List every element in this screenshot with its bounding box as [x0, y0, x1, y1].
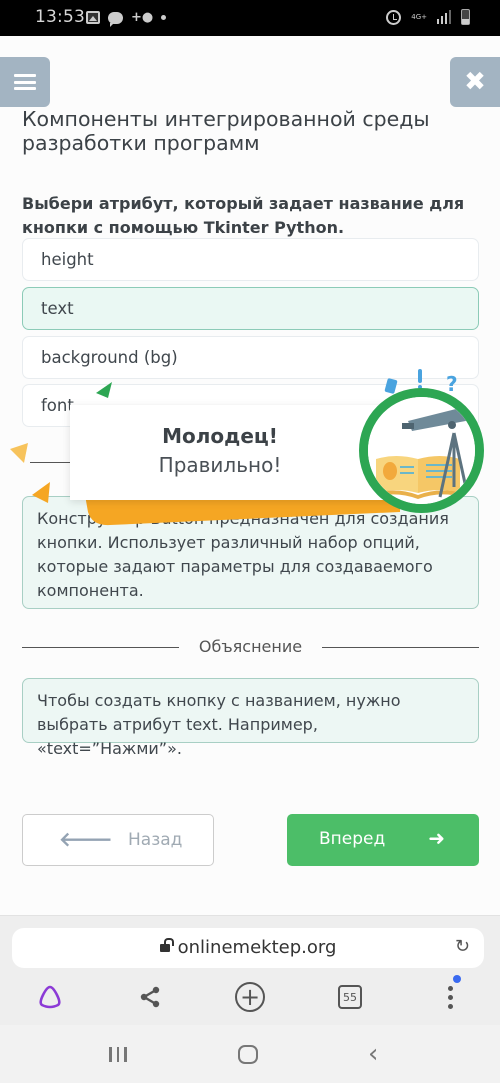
feedback-card: Молодец! Правильно!: [70, 405, 400, 500]
tabs-count: 55: [338, 985, 362, 1009]
status-bar: 13:53 +● 4G+: [0, 0, 500, 36]
explanation-text: Чтобы создать кнопку с названием, нужно …: [37, 691, 401, 758]
system-back-button[interactable]: ‹: [368, 1039, 378, 1069]
explanation-divider: Объяснение: [22, 637, 479, 657]
tabs-button[interactable]: 55: [333, 980, 367, 1014]
feedback-subtitle: Правильно!: [158, 453, 282, 477]
browser-toolbar: onlinemektep.org ↻ + 55: [0, 915, 500, 1025]
new-tab-button[interactable]: +: [233, 980, 267, 1014]
more-menu-button[interactable]: [433, 980, 467, 1014]
orange-triangle-icon: [32, 482, 50, 503]
arrow-left-icon: 🡐: [59, 827, 113, 851]
battery-icon: [461, 9, 470, 25]
close-button[interactable]: ✖: [450, 57, 500, 107]
next-button-label: Вперед: [319, 829, 386, 849]
back-button[interactable]: 🡐 Назад: [22, 814, 214, 866]
question-text: Выбери атрибут, который задает название …: [22, 194, 465, 237]
url-text: onlinemektep.org: [177, 937, 337, 958]
alarm-icon: [386, 9, 402, 25]
recent-apps-button[interactable]: [109, 1047, 127, 1062]
back-button-label: Назад: [128, 830, 183, 850]
svg-text:?: ?: [446, 372, 458, 396]
lock-icon: [159, 938, 174, 952]
gallery-icon: [86, 11, 100, 24]
feedback-title: Молодец!: [162, 424, 278, 448]
signal-icon: [437, 10, 451, 24]
address-bar[interactable]: onlinemektep.org ↻: [12, 928, 484, 968]
hamburger-icon: [14, 74, 36, 90]
explanation-heading: Объяснение: [186, 637, 315, 656]
reload-icon[interactable]: ↻: [455, 936, 470, 957]
green-triangle-icon: [96, 382, 112, 398]
status-time: 13:53: [35, 7, 85, 27]
more-vert-icon: [447, 985, 453, 1009]
network-type-icon: 4G+: [411, 12, 427, 21]
message-icon: [108, 11, 123, 27]
menu-button[interactable]: [0, 57, 50, 107]
share-icon[interactable]: [133, 980, 167, 1014]
add-contact-icon: +●: [131, 10, 154, 25]
plus-icon: +: [235, 982, 265, 1012]
alice-assistant-icon[interactable]: [33, 980, 67, 1014]
yellow-triangle-icon: [10, 443, 28, 463]
explanation-box: Чтобы создать кнопку с названием, нужно …: [22, 678, 479, 758]
answer-option-text[interactable]: text: [22, 287, 479, 330]
next-button[interactable]: Вперед ➜: [287, 814, 479, 866]
arrow-right-icon: ➜: [428, 826, 445, 850]
system-nav-bar: ‹: [0, 1025, 500, 1083]
telescope-book-icon: [359, 388, 484, 513]
page-title: Компоненты интегрированной среды разрабо…: [22, 107, 430, 155]
notification-dot-icon: [161, 15, 167, 20]
home-button[interactable]: [238, 1045, 258, 1064]
feedback-popup: Молодец! Правильно! ?: [0, 360, 500, 530]
notification-badge: [453, 975, 461, 983]
close-icon: ✖: [464, 67, 486, 97]
option-label: text: [41, 299, 74, 318]
option-label: height: [41, 250, 94, 269]
answer-option-height[interactable]: height: [22, 238, 479, 281]
